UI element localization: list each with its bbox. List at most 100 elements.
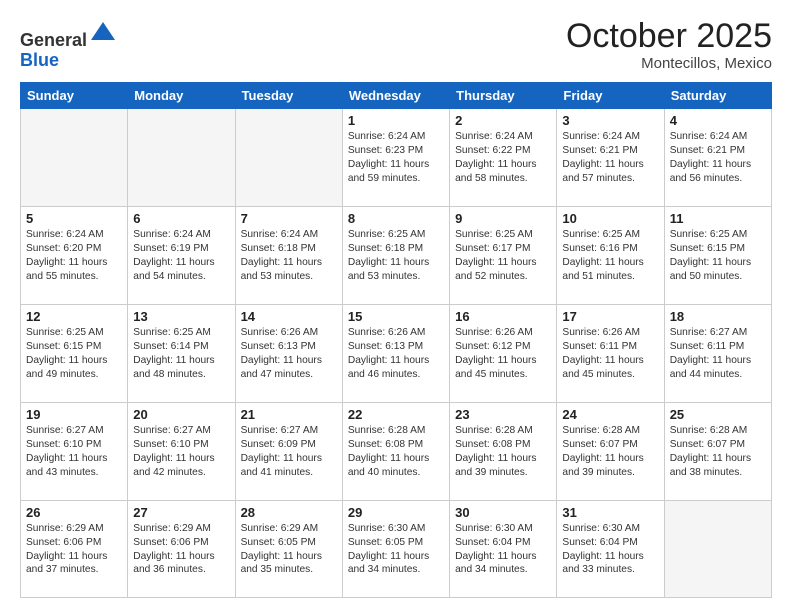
sunset-line: Sunset: 6:21 PM: [670, 144, 766, 158]
sunrise-line: Sunrise: 6:27 AM: [133, 424, 229, 438]
day-number: 16: [455, 309, 551, 324]
sunset-line: Sunset: 6:11 PM: [562, 340, 658, 354]
title-area: October 2025 Montecillos, Mexico: [566, 18, 772, 72]
daylight-line: Daylight: 11 hours and 58 minutes.: [455, 158, 551, 186]
col-sunday: Sunday: [21, 83, 128, 109]
day-number: 7: [241, 211, 337, 226]
day-number: 6: [133, 211, 229, 226]
sunset-line: Sunset: 6:05 PM: [241, 536, 337, 550]
sunrise-line: Sunrise: 6:28 AM: [670, 424, 766, 438]
sunrise-line: Sunrise: 6:25 AM: [455, 228, 551, 242]
daylight-line: Daylight: 11 hours and 38 minutes.: [670, 452, 766, 480]
daylight-line: Daylight: 11 hours and 45 minutes.: [562, 354, 658, 382]
daylight-line: Daylight: 11 hours and 34 minutes.: [455, 550, 551, 578]
calendar-header-row: Sunday Monday Tuesday Wednesday Thursday…: [21, 83, 772, 109]
location-subtitle: Montecillos, Mexico: [566, 55, 772, 72]
sunrise-line: Sunrise: 6:24 AM: [133, 228, 229, 242]
sunset-line: Sunset: 6:18 PM: [348, 242, 444, 256]
sunset-line: Sunset: 6:14 PM: [133, 340, 229, 354]
day-number: 2: [455, 113, 551, 128]
daylight-line: Daylight: 11 hours and 41 minutes.: [241, 452, 337, 480]
sunrise-line: Sunrise: 6:26 AM: [562, 326, 658, 340]
sunset-line: Sunset: 6:13 PM: [241, 340, 337, 354]
table-row: 13 Sunrise: 6:25 AM Sunset: 6:14 PM Dayl…: [128, 305, 235, 403]
sunset-line: Sunset: 6:10 PM: [133, 438, 229, 452]
sunset-line: Sunset: 6:06 PM: [133, 536, 229, 550]
table-row: 25 Sunrise: 6:28 AM Sunset: 6:07 PM Dayl…: [664, 403, 771, 501]
day-number: 8: [348, 211, 444, 226]
col-saturday: Saturday: [664, 83, 771, 109]
daylight-line: Daylight: 11 hours and 44 minutes.: [670, 354, 766, 382]
sunset-line: Sunset: 6:05 PM: [348, 536, 444, 550]
day-number: 19: [26, 407, 122, 422]
table-row: [128, 109, 235, 207]
sunset-line: Sunset: 6:12 PM: [455, 340, 551, 354]
table-row: 27 Sunrise: 6:29 AM Sunset: 6:06 PM Dayl…: [128, 501, 235, 598]
daylight-line: Daylight: 11 hours and 52 minutes.: [455, 256, 551, 284]
table-row: [235, 109, 342, 207]
table-row: 5 Sunrise: 6:24 AM Sunset: 6:20 PM Dayli…: [21, 207, 128, 305]
daylight-line: Daylight: 11 hours and 54 minutes.: [133, 256, 229, 284]
table-row: [21, 109, 128, 207]
table-row: 12 Sunrise: 6:25 AM Sunset: 6:15 PM Dayl…: [21, 305, 128, 403]
day-number: 17: [562, 309, 658, 324]
daylight-line: Daylight: 11 hours and 35 minutes.: [241, 550, 337, 578]
sunset-line: Sunset: 6:13 PM: [348, 340, 444, 354]
sunset-line: Sunset: 6:04 PM: [562, 536, 658, 550]
logo-triangle-icon: [89, 18, 117, 46]
table-row: 20 Sunrise: 6:27 AM Sunset: 6:10 PM Dayl…: [128, 403, 235, 501]
table-row: 11 Sunrise: 6:25 AM Sunset: 6:15 PM Dayl…: [664, 207, 771, 305]
sunrise-line: Sunrise: 6:24 AM: [348, 130, 444, 144]
month-title: October 2025: [566, 18, 772, 55]
day-number: 23: [455, 407, 551, 422]
table-row: 24 Sunrise: 6:28 AM Sunset: 6:07 PM Dayl…: [557, 403, 664, 501]
sunrise-line: Sunrise: 6:25 AM: [133, 326, 229, 340]
table-row: 21 Sunrise: 6:27 AM Sunset: 6:09 PM Dayl…: [235, 403, 342, 501]
table-row: 30 Sunrise: 6:30 AM Sunset: 6:04 PM Dayl…: [450, 501, 557, 598]
day-number: 5: [26, 211, 122, 226]
col-thursday: Thursday: [450, 83, 557, 109]
daylight-line: Daylight: 11 hours and 33 minutes.: [562, 550, 658, 578]
table-row: 16 Sunrise: 6:26 AM Sunset: 6:12 PM Dayl…: [450, 305, 557, 403]
table-row: 1 Sunrise: 6:24 AM Sunset: 6:23 PM Dayli…: [342, 109, 449, 207]
sunrise-line: Sunrise: 6:28 AM: [562, 424, 658, 438]
sunrise-line: Sunrise: 6:26 AM: [455, 326, 551, 340]
day-number: 31: [562, 505, 658, 520]
sunset-line: Sunset: 6:07 PM: [670, 438, 766, 452]
sunset-line: Sunset: 6:08 PM: [348, 438, 444, 452]
daylight-line: Daylight: 11 hours and 39 minutes.: [455, 452, 551, 480]
sunrise-line: Sunrise: 6:29 AM: [241, 522, 337, 536]
sunrise-line: Sunrise: 6:24 AM: [670, 130, 766, 144]
col-wednesday: Wednesday: [342, 83, 449, 109]
table-row: 22 Sunrise: 6:28 AM Sunset: 6:08 PM Dayl…: [342, 403, 449, 501]
daylight-line: Daylight: 11 hours and 50 minutes.: [670, 256, 766, 284]
col-monday: Monday: [128, 83, 235, 109]
sunrise-line: Sunrise: 6:24 AM: [562, 130, 658, 144]
daylight-line: Daylight: 11 hours and 57 minutes.: [562, 158, 658, 186]
sunrise-line: Sunrise: 6:26 AM: [241, 326, 337, 340]
day-number: 14: [241, 309, 337, 324]
sunset-line: Sunset: 6:07 PM: [562, 438, 658, 452]
sunrise-line: Sunrise: 6:25 AM: [670, 228, 766, 242]
sunset-line: Sunset: 6:04 PM: [455, 536, 551, 550]
daylight-line: Daylight: 11 hours and 45 minutes.: [455, 354, 551, 382]
daylight-line: Daylight: 11 hours and 40 minutes.: [348, 452, 444, 480]
sunset-line: Sunset: 6:17 PM: [455, 242, 551, 256]
daylight-line: Daylight: 11 hours and 59 minutes.: [348, 158, 444, 186]
sunrise-line: Sunrise: 6:28 AM: [348, 424, 444, 438]
daylight-line: Daylight: 11 hours and 51 minutes.: [562, 256, 658, 284]
logo: General Blue: [20, 18, 117, 71]
day-number: 9: [455, 211, 551, 226]
sunset-line: Sunset: 6:11 PM: [670, 340, 766, 354]
table-row: 6 Sunrise: 6:24 AM Sunset: 6:19 PM Dayli…: [128, 207, 235, 305]
table-row: 28 Sunrise: 6:29 AM Sunset: 6:05 PM Dayl…: [235, 501, 342, 598]
daylight-line: Daylight: 11 hours and 47 minutes.: [241, 354, 337, 382]
sunrise-line: Sunrise: 6:30 AM: [455, 522, 551, 536]
sunrise-line: Sunrise: 6:24 AM: [455, 130, 551, 144]
day-number: 24: [562, 407, 658, 422]
sunrise-line: Sunrise: 6:28 AM: [455, 424, 551, 438]
calendar-table: Sunday Monday Tuesday Wednesday Thursday…: [20, 82, 772, 598]
sunset-line: Sunset: 6:22 PM: [455, 144, 551, 158]
header: General Blue October 2025 Montecillos, M…: [20, 18, 772, 72]
sunset-line: Sunset: 6:09 PM: [241, 438, 337, 452]
